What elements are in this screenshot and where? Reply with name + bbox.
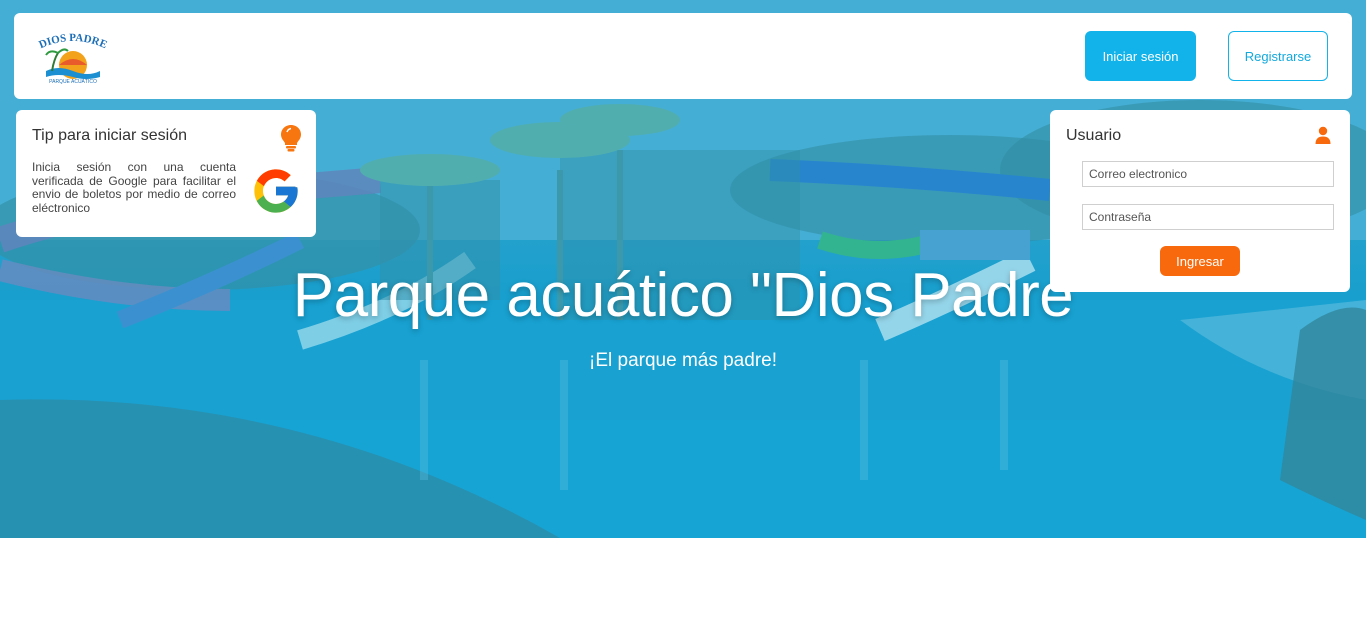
svg-text:PARQUE ACUÁTICO: PARQUE ACUÁTICO (49, 78, 97, 85)
submit-login-button[interactable]: Ingresar (1160, 246, 1240, 276)
user-login-card: Usuario Ingresar (1050, 110, 1350, 292)
login-tip-card: Tip para iniciar sesión Inicia sesión co… (16, 110, 316, 237)
dios-padre-logo[interactable]: DIOS PADRE PARQUE ACUÁTICO (38, 31, 108, 87)
user-card-title: Usuario (1066, 127, 1122, 144)
password-input[interactable] (1082, 204, 1334, 230)
user-icon (1315, 126, 1331, 144)
email-input[interactable] (1082, 161, 1334, 187)
hero-subtitle: ¡El parque más padre! (589, 350, 777, 371)
login-button[interactable]: Iniciar sesión (1085, 31, 1196, 81)
lightbulb-icon (281, 125, 301, 152)
google-icon (254, 169, 298, 213)
top-navbar: DIOS PADRE PARQUE ACUÁTICO Iniciar sesió… (14, 13, 1352, 99)
tip-title: Tip para iniciar sesión (32, 127, 188, 144)
svg-text:DIOS PADRE: DIOS PADRE (38, 32, 108, 51)
tip-text: Inicia sesión con una cuenta verificada … (32, 160, 236, 215)
register-button[interactable]: Registrarse (1228, 31, 1328, 81)
